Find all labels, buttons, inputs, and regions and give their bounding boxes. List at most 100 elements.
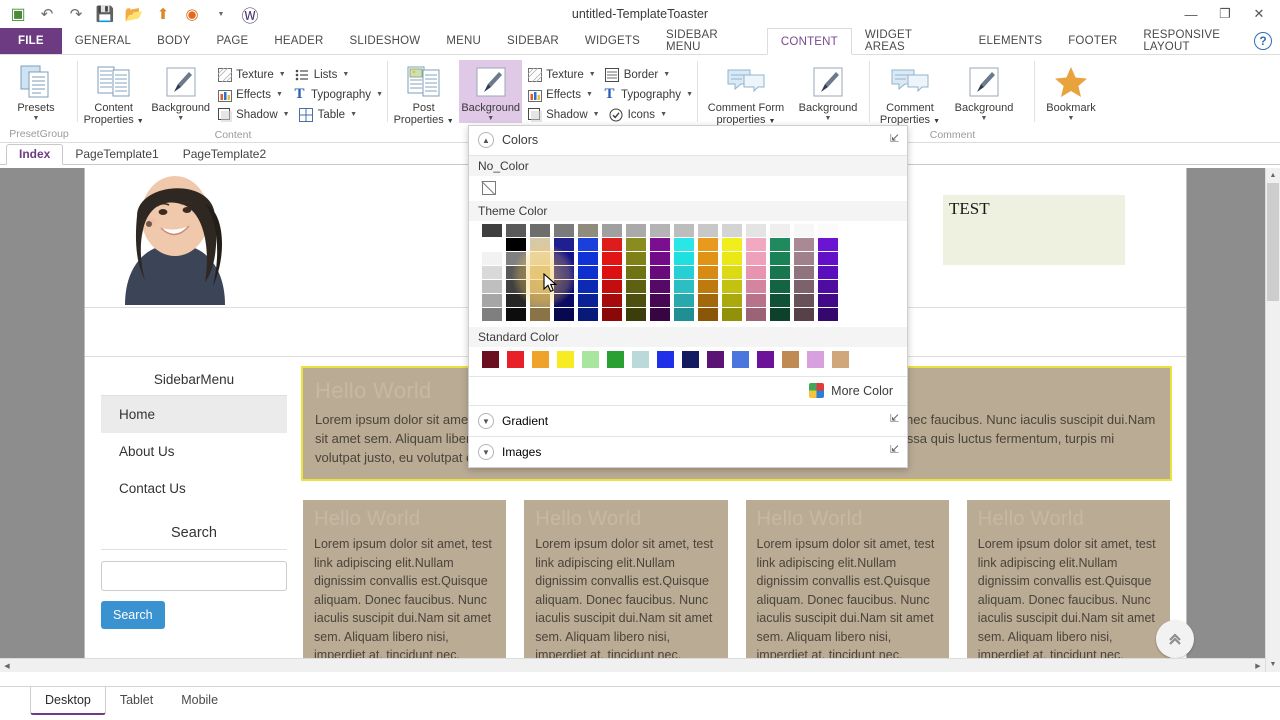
theme-color-swatch[interactable] xyxy=(602,238,622,251)
theme-color-swatch[interactable] xyxy=(506,252,526,265)
typography-button[interactable]: T Typography ▼ xyxy=(599,86,696,103)
chevron-down-icon[interactable]: ▼ xyxy=(686,91,693,98)
theme-color-swatch[interactable] xyxy=(818,252,838,265)
ribbon-tab-widgets[interactable]: WIDGETS xyxy=(572,28,653,54)
post-properties-button[interactable]: Post Properties ▼ xyxy=(390,60,457,128)
chevron-down-icon[interactable]: ▼ xyxy=(663,71,670,78)
theme-color-swatch[interactable] xyxy=(794,266,814,279)
theme-color-swatch[interactable] xyxy=(554,224,574,237)
shadow-button[interactable]: Shadow ▼ xyxy=(214,106,293,123)
theme-color-swatch[interactable] xyxy=(698,266,718,279)
comment-background-button[interactable]: Background ▼ xyxy=(950,60,1018,123)
chevron-down-icon[interactable]: ▼ xyxy=(350,111,357,118)
theme-color-swatch[interactable] xyxy=(578,294,598,307)
presets-button[interactable]: Presets ▼ xyxy=(2,60,70,123)
colors-section-header[interactable]: ▲ Colors ⇲ xyxy=(469,126,907,156)
theme-color-swatch[interactable] xyxy=(722,280,742,293)
theme-color-swatch[interactable] xyxy=(602,280,622,293)
open-icon[interactable]: 📂 xyxy=(124,4,144,24)
close-button[interactable]: ✕ xyxy=(1242,1,1276,27)
chevron-down-icon[interactable]: ▼ xyxy=(586,91,593,98)
theme-color-swatch[interactable] xyxy=(554,294,574,307)
post-background-button[interactable]: Background ▼ xyxy=(459,60,523,123)
search-button[interactable]: Search xyxy=(101,601,165,629)
chevron-down-icon[interactable]: ▼ xyxy=(660,111,667,118)
theme-color-swatch[interactable] xyxy=(530,238,550,251)
theme-color-swatch[interactable] xyxy=(722,252,742,265)
border-button[interactable]: Border ▼ xyxy=(602,66,673,83)
theme-color-swatch[interactable] xyxy=(746,224,766,237)
lists-button[interactable]: Lists ▼ xyxy=(292,66,353,83)
ribbon-tab-menu[interactable]: MENU xyxy=(433,28,494,54)
theme-color-swatch[interactable] xyxy=(554,252,574,265)
theme-color-swatch[interactable] xyxy=(602,224,622,237)
theme-color-swatch[interactable] xyxy=(626,224,646,237)
theme-color-swatch[interactable] xyxy=(722,266,742,279)
vertical-scrollbar[interactable]: ▲ ▼ xyxy=(1265,168,1280,672)
theme-color-swatch[interactable] xyxy=(626,252,646,265)
standard-color-swatch[interactable] xyxy=(682,351,699,368)
theme-color-swatch[interactable] xyxy=(506,224,526,237)
comment-properties-button[interactable]: Comment Properties ▼ xyxy=(872,60,948,128)
standard-color-swatch[interactable] xyxy=(507,351,524,368)
ribbon-tab-general[interactable]: GENERAL xyxy=(62,28,144,54)
ribbon-tab-slideshow[interactable]: SLIDESHOW xyxy=(337,28,434,54)
theme-color-swatch[interactable] xyxy=(554,308,574,321)
typography-button[interactable]: T Typography ▼ xyxy=(289,86,386,103)
standard-color-swatch[interactable] xyxy=(657,351,674,368)
theme-color-swatch[interactable] xyxy=(794,280,814,293)
ribbon-tab-body[interactable]: BODY xyxy=(144,28,203,54)
theme-color-swatch[interactable] xyxy=(818,280,838,293)
chevron-down-icon[interactable]: ▼ xyxy=(211,4,231,24)
standard-color-swatch[interactable] xyxy=(757,351,774,368)
sidebar-item-home[interactable]: Home xyxy=(101,396,287,433)
ribbon-tab-widget-areas[interactable]: WIDGET AREAS xyxy=(852,28,966,54)
help-icon[interactable]: ? xyxy=(1254,32,1272,50)
standard-color-swatch[interactable] xyxy=(782,351,799,368)
table-button[interactable]: Table ▼ xyxy=(296,106,360,123)
theme-color-swatch[interactable] xyxy=(674,308,694,321)
theme-color-swatch[interactable] xyxy=(794,252,814,265)
theme-color-swatch[interactable] xyxy=(482,252,502,265)
theme-color-swatch[interactable] xyxy=(626,238,646,251)
theme-color-swatch[interactable] xyxy=(818,308,838,321)
theme-color-swatch[interactable] xyxy=(482,308,502,321)
more-color-row[interactable]: More Color xyxy=(469,376,907,405)
content-properties-button[interactable]: Content Properties ▼ xyxy=(80,60,147,128)
standard-color-swatch[interactable] xyxy=(632,351,649,368)
theme-color-swatch[interactable] xyxy=(506,280,526,293)
theme-color-swatch[interactable] xyxy=(650,280,670,293)
theme-color-swatch[interactable] xyxy=(674,280,694,293)
theme-color-swatch[interactable] xyxy=(746,252,766,265)
theme-color-swatch[interactable] xyxy=(626,266,646,279)
theme-color-swatch[interactable] xyxy=(818,238,838,251)
comment-form-background-button[interactable]: Background ▼ xyxy=(794,60,862,123)
search-input[interactable] xyxy=(101,561,287,591)
theme-color-swatch[interactable] xyxy=(746,266,766,279)
theme-color-swatch[interactable] xyxy=(506,294,526,307)
device-tab-mobile[interactable]: Mobile xyxy=(167,687,232,713)
theme-color-swatch[interactable] xyxy=(722,308,742,321)
theme-color-swatch[interactable] xyxy=(770,252,790,265)
theme-color-swatch[interactable] xyxy=(770,280,790,293)
sidebar-item-contact-us[interactable]: Contact Us xyxy=(101,470,287,507)
chevron-down-icon[interactable]: ▼ xyxy=(981,115,988,123)
effects-button[interactable]: Effects ▼ xyxy=(524,86,596,103)
chevron-down-icon[interactable]: ▼ xyxy=(478,444,494,460)
app-logo-icon[interactable]: ▣ xyxy=(8,4,28,24)
images-section-header[interactable]: ▼ Images ⇲ xyxy=(469,436,907,467)
standard-color-swatch[interactable] xyxy=(482,351,499,368)
theme-color-swatch[interactable] xyxy=(698,252,718,265)
theme-color-swatch[interactable] xyxy=(602,294,622,307)
chevron-down-icon[interactable]: ▼ xyxy=(342,71,349,78)
ribbon-tab-page[interactable]: PAGE xyxy=(204,28,262,54)
theme-color-swatch[interactable] xyxy=(530,252,550,265)
chevron-down-icon[interactable]: ▼ xyxy=(279,71,286,78)
theme-color-swatch[interactable] xyxy=(746,308,766,321)
theme-color-swatch[interactable] xyxy=(554,266,574,279)
theme-color-swatch[interactable] xyxy=(746,238,766,251)
ribbon-tab-sidebar[interactable]: SIDEBAR xyxy=(494,28,572,54)
chevron-down-icon[interactable]: ▼ xyxy=(478,413,494,429)
theme-color-swatch[interactable] xyxy=(770,266,790,279)
scroll-left-arrow[interactable]: ◀ xyxy=(0,659,14,672)
